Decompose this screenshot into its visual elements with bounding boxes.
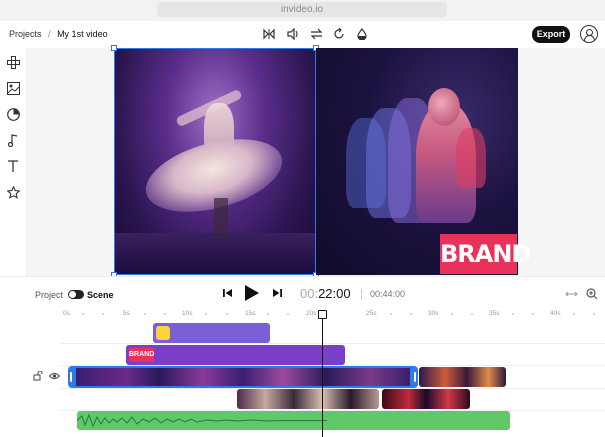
- video-clip-2[interactable]: [419, 367, 506, 387]
- breadcrumb-separator: /: [48, 29, 51, 39]
- scene-label[interactable]: Scene: [87, 290, 114, 300]
- breadcrumb-current[interactable]: My 1st video: [57, 29, 108, 39]
- trim-handle-left[interactable]: [70, 372, 72, 382]
- current-time: 00:22:00: [300, 286, 351, 301]
- ruler-tick: 40s: [550, 310, 561, 317]
- ruler-tick: 30s: [428, 310, 439, 317]
- ruler-dot: [164, 313, 166, 315]
- playhead-line[interactable]: [322, 311, 323, 437]
- skip-back-icon[interactable]: [223, 288, 233, 298]
- ruler-dot: [205, 313, 207, 315]
- fit-width-icon[interactable]: [565, 289, 578, 299]
- project-scene-toggle[interactable]: [68, 290, 84, 299]
- left-toolbar: [0, 48, 27, 276]
- time-divider: [361, 289, 362, 300]
- swap-icon[interactable]: [308, 26, 324, 42]
- ruler-dot: [512, 313, 514, 315]
- volume-icon[interactable]: [285, 26, 301, 42]
- ruler-dot: [144, 313, 146, 315]
- selected-video-clip[interactable]: [68, 366, 418, 388]
- ruler-tick: 5s: [123, 310, 130, 317]
- editor-header: Projects / My 1st video Export: [0, 21, 605, 48]
- ruler-dot: [82, 313, 84, 315]
- project-label[interactable]: Project: [35, 290, 63, 300]
- image-icon[interactable]: [5, 80, 21, 96]
- zoom-in-icon[interactable]: [586, 288, 598, 300]
- ruler-dot: [573, 313, 575, 315]
- eye-icon[interactable]: [49, 372, 60, 380]
- rotate-icon[interactable]: [331, 26, 347, 42]
- ruler-tick: 20s: [306, 310, 317, 317]
- ruler-dot: [390, 313, 392, 315]
- ruler-dot: [410, 313, 412, 315]
- ruler-dot: [593, 313, 595, 315]
- audio-clip[interactable]: [77, 411, 510, 430]
- brand-logo-clip[interactable]: BRAND: [126, 345, 345, 365]
- user-avatar-icon[interactable]: [580, 25, 598, 43]
- opacity-icon[interactable]: [354, 26, 370, 42]
- timeline-panel: Project Scene 00:22:00 00:44:00 0s 5s 10…: [0, 276, 605, 437]
- total-time: 00:44:00: [370, 289, 406, 299]
- ruler-dot: [451, 313, 453, 315]
- audio-waveform: [77, 413, 327, 428]
- ruler-dot: [267, 313, 269, 315]
- url-field[interactable]: invideo.io: [157, 2, 447, 17]
- red-light: [456, 128, 486, 188]
- ruler-tick: 10s: [182, 310, 193, 317]
- ruler-dot: [287, 313, 289, 315]
- music-icon[interactable]: [5, 132, 21, 148]
- stage-floor: [114, 233, 316, 275]
- flip-icon[interactable]: [261, 26, 277, 42]
- hand-sticker-icon: [156, 326, 170, 340]
- trim-handle-right[interactable]: [414, 372, 416, 382]
- export-button[interactable]: Export: [532, 26, 570, 43]
- star-icon[interactable]: [5, 184, 21, 200]
- ruler-tick: 35s: [489, 310, 500, 317]
- dancer-video-frame[interactable]: [114, 48, 316, 275]
- time-ruler[interactable]: 0s 5s 10s 15s 20s 25s 30s 35s 40s: [60, 310, 605, 322]
- unlock-icon[interactable]: [33, 371, 43, 381]
- skip-forward-icon[interactable]: [272, 288, 282, 298]
- brand-logo-overlay[interactable]: BRAND: [440, 234, 531, 274]
- browser-url-bar: invideo.io: [0, 0, 605, 21]
- ruler-dot: [226, 313, 228, 315]
- ruler-dot: [102, 313, 104, 315]
- current-time-prefix: 00:: [300, 286, 319, 301]
- video-filmstrip: [76, 368, 410, 386]
- video-clip-4[interactable]: [382, 389, 470, 409]
- ruler-tick: 25s: [366, 310, 377, 317]
- sticker-icon[interactable]: [5, 106, 21, 122]
- playhead-handle[interactable]: [318, 310, 327, 319]
- breadcrumb-projects[interactable]: Projects: [9, 29, 42, 39]
- woman-head: [428, 88, 460, 126]
- current-time-value: 22:00: [318, 286, 351, 301]
- dancer-legs: [214, 198, 228, 238]
- ruler-tick: 0s: [63, 310, 70, 317]
- layout-icon[interactable]: [5, 54, 21, 70]
- video-clip-3[interactable]: [237, 389, 379, 409]
- brand-clip-thumb: BRAND: [129, 348, 154, 362]
- track-divider: [60, 343, 605, 344]
- ruler-dot: [532, 313, 534, 315]
- sticker-clip[interactable]: [153, 323, 270, 343]
- ruler-dot: [471, 313, 473, 315]
- resize-handle-tl[interactable]: [111, 45, 117, 51]
- ruler-tick: 15s: [245, 310, 256, 317]
- breadcrumb: Projects / My 1st video: [9, 29, 108, 39]
- play-button[interactable]: [245, 285, 259, 301]
- text-icon[interactable]: [5, 158, 21, 174]
